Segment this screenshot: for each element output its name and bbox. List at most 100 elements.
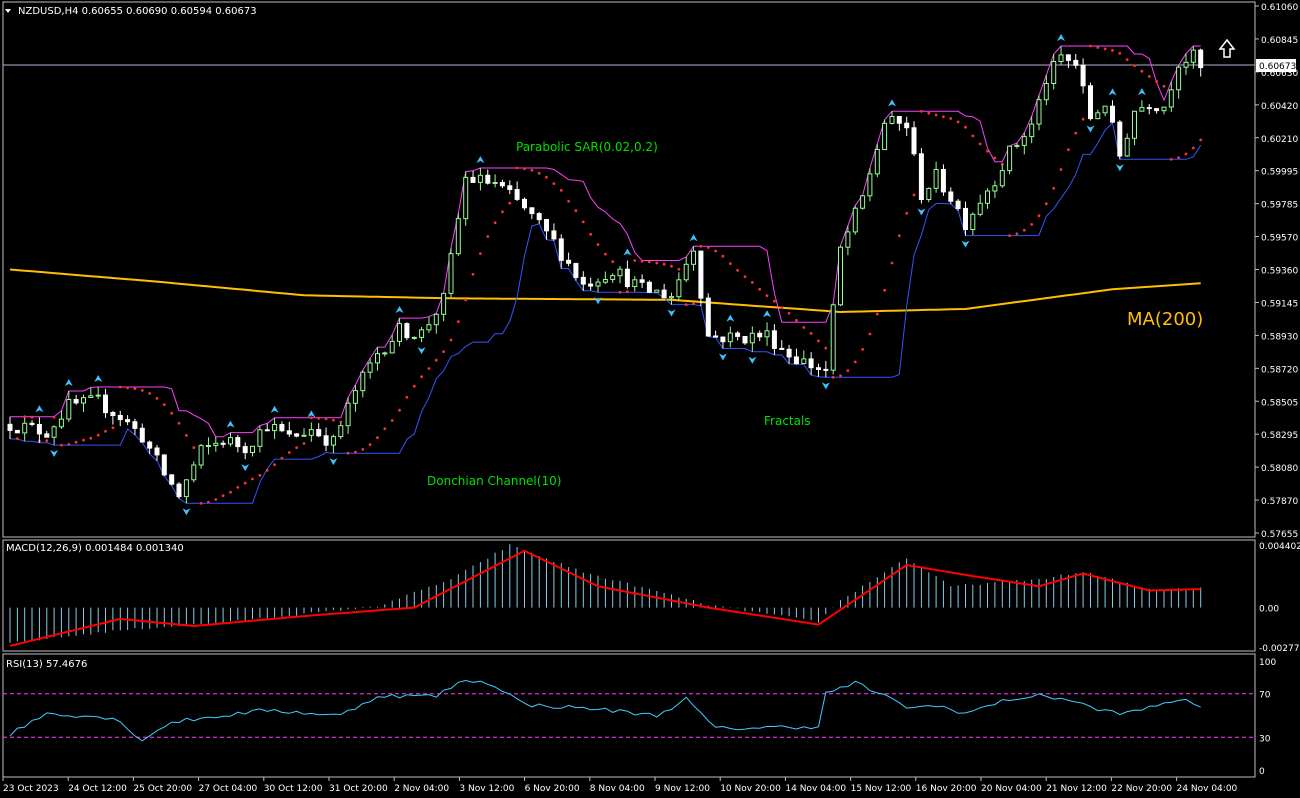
candle-body xyxy=(830,304,836,371)
sar-dot xyxy=(1162,84,1166,88)
price-tick-label: 0.58080 xyxy=(1261,464,1298,474)
time-tick-label: 25 Oct 20:00 xyxy=(133,784,192,794)
candle-body xyxy=(1095,112,1101,120)
sar-dot xyxy=(743,275,747,278)
candle-body xyxy=(801,358,807,364)
candle-body xyxy=(294,433,300,437)
candle-body xyxy=(896,116,902,124)
sar-dot xyxy=(45,439,49,443)
candle-body xyxy=(44,433,50,438)
price-tick-label: 0.58720 xyxy=(1261,365,1298,375)
sar-dot xyxy=(96,433,100,437)
sar-dot xyxy=(1096,46,1100,49)
candle-body xyxy=(448,253,454,294)
candle-body xyxy=(213,442,219,446)
candle-body xyxy=(955,200,961,209)
sar-dot xyxy=(750,281,754,284)
fractal-down-icon xyxy=(417,347,426,355)
sar-dot xyxy=(1052,186,1056,190)
candle-body xyxy=(705,297,711,337)
time-tick-label: 24 Oct 12:00 xyxy=(68,784,127,794)
sar-dot xyxy=(589,232,592,236)
candle-body xyxy=(1117,121,1123,157)
candle-body xyxy=(125,419,131,423)
current-price-label: 0.60673 xyxy=(1256,59,1296,72)
sar-dot xyxy=(74,440,78,444)
candle-body xyxy=(1014,144,1020,147)
candle-body xyxy=(301,434,307,437)
candle-body xyxy=(529,207,535,215)
candle-body xyxy=(139,427,145,443)
time-tick-label: 24 Nov 04:00 xyxy=(1177,784,1238,794)
candle-body xyxy=(823,368,829,371)
svg-text:0.60673: 0.60673 xyxy=(1259,62,1296,72)
sar-dot xyxy=(148,392,152,395)
chart-svg[interactable]: NZDUSD,H4 0.60655 0.60690 0.60594 0.6067… xyxy=(0,0,1300,798)
sar-dot xyxy=(126,386,129,390)
sar-dot xyxy=(912,193,916,197)
sar-dot xyxy=(978,142,982,146)
fractal-down-icon xyxy=(50,450,59,458)
candle-body xyxy=(580,276,586,285)
candle-body xyxy=(492,182,498,184)
sar-dot xyxy=(221,494,225,498)
sar-dot xyxy=(16,437,19,440)
candle-body xyxy=(771,330,777,349)
candle-body xyxy=(367,362,373,373)
fractal-up-icon xyxy=(270,405,279,413)
sar-dot xyxy=(728,262,732,265)
time-tick-label: 21 Nov 12:00 xyxy=(1046,784,1107,794)
candle-body xyxy=(286,430,292,435)
sar-dot xyxy=(420,375,423,379)
sar-dot xyxy=(1125,58,1129,61)
sar-dot xyxy=(185,434,188,437)
candle-body xyxy=(132,421,138,429)
candle-body xyxy=(720,336,726,343)
sar-dot xyxy=(515,166,519,170)
candle-body xyxy=(573,262,579,278)
candle-body xyxy=(250,445,255,453)
sar-dot xyxy=(280,456,284,460)
candle-body xyxy=(749,332,755,344)
candle-body xyxy=(81,397,86,404)
candle-body xyxy=(1132,110,1137,139)
candle-body xyxy=(735,332,741,337)
candle-body xyxy=(874,149,880,175)
sar-dot xyxy=(258,473,262,477)
candle-body xyxy=(793,356,799,364)
sar-dot xyxy=(648,260,651,264)
fractal-down-icon xyxy=(594,297,602,305)
candle-body xyxy=(992,185,998,192)
sar-dot xyxy=(1037,214,1041,218)
candle-body xyxy=(602,279,608,283)
ma-annotation: MA(200) xyxy=(1127,309,1203,330)
candle-body xyxy=(1139,107,1145,112)
candle-body xyxy=(103,394,108,414)
candle-body xyxy=(308,429,314,436)
candle-body xyxy=(610,275,616,280)
candle-body xyxy=(522,198,527,209)
sar-dot xyxy=(846,369,850,372)
sar-dot xyxy=(897,234,901,238)
sar-dot xyxy=(934,113,938,117)
sar-dot xyxy=(449,338,453,342)
sar-dot xyxy=(787,311,791,315)
fractal-up-icon xyxy=(689,234,698,242)
macd-axis: 0.004402 0.00 -0.002778 xyxy=(1259,542,1300,654)
candle-body xyxy=(419,329,425,338)
candle-body xyxy=(73,399,79,404)
time-tick-label: 31 Oct 20:00 xyxy=(329,784,388,794)
sar-dot xyxy=(251,477,254,481)
sar-dot xyxy=(611,260,615,264)
macd-tick-label: -0.002778 xyxy=(1259,644,1300,654)
sar-dot xyxy=(324,417,328,421)
header-dropdown-icon[interactable] xyxy=(5,9,11,13)
sar-dot xyxy=(964,125,967,129)
price-tick-label: 0.59145 xyxy=(1261,299,1298,309)
candle-body xyxy=(926,187,932,200)
candle-body xyxy=(198,445,204,466)
candle-body xyxy=(1073,59,1079,66)
candle-body xyxy=(595,281,601,287)
candle-body xyxy=(154,447,160,456)
rsi-header: RSI(13) 57.4676 xyxy=(6,659,87,670)
